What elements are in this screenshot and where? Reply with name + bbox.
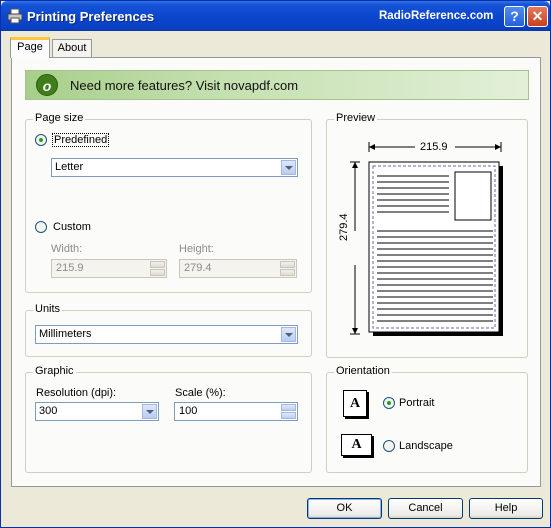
scale-value: 100 [179,405,198,417]
units-dropdown[interactable]: Millimeters [35,325,298,344]
novapdf-logo-icon: o [36,74,58,96]
title-help-button[interactable]: ? [504,6,525,27]
portrait-label[interactable]: Portrait [399,397,434,409]
width-stepper[interactable]: 215.9 [51,259,167,278]
chevron-down-icon[interactable] [142,404,157,419]
banner-text[interactable]: Need more features? Visit novapdf.com [70,78,298,93]
chevron-down-icon[interactable] [281,160,296,175]
custom-radio[interactable] [35,221,47,233]
predefined-label[interactable]: Predefined [52,133,110,147]
custom-label[interactable]: Custom [53,221,91,233]
width-value: 215.9 [56,262,84,274]
preview-height-dimension: 279.4 [338,213,350,241]
window-title: Printing Preferences [27,9,155,24]
spin-down-icon[interactable] [281,412,296,419]
units-group-label: Units [33,303,63,315]
help-button[interactable]: Help [469,498,543,519]
scale-stepper[interactable]: 100 [174,402,298,421]
preview-width-dimension: 215.9 [420,141,448,153]
page-size-group-label: Page size [33,112,86,124]
height-value: 279.4 [184,262,212,274]
title-close-button[interactable]: ✕ [527,6,548,27]
tab-page[interactable]: Page [10,37,50,58]
spin-up-icon[interactable] [281,404,296,411]
resolution-value: 300 [39,405,58,417]
predefined-radio[interactable] [35,134,47,146]
ok-button[interactable]: OK [307,498,382,519]
title-bar[interactable]: Printing Preferences RadioReference.com … [1,1,550,31]
close-icon: ✕ [531,8,544,24]
chevron-down-icon[interactable] [281,327,296,342]
portrait-page-icon: A [343,390,367,417]
page-preview [347,140,503,336]
preview-group-label: Preview [334,112,378,124]
spin-up-icon[interactable] [280,261,295,268]
window-site-label: RadioReference.com [379,10,494,22]
units-value: Millimeters [39,328,92,340]
spin-down-icon[interactable] [150,269,165,276]
promo-banner[interactable]: o Need more features? Visit novapdf.com [25,70,529,100]
height-stepper[interactable]: 279.4 [179,259,297,278]
spin-down-icon[interactable] [280,269,295,276]
landscape-page-icon: A [341,434,372,456]
paper-size-value: Letter [55,161,84,173]
resolution-dropdown[interactable]: 300 [35,402,159,421]
resolution-label: Resolution (dpi): [36,387,117,399]
tab-about[interactable]: About [52,39,92,58]
spin-up-icon[interactable] [150,261,165,268]
height-stepper-buttons [280,261,295,276]
orientation-group: Orientation [326,365,528,473]
paper-size-dropdown[interactable]: Letter [51,158,298,177]
cancel-button[interactable]: Cancel [388,498,463,519]
help-icon: ? [510,8,519,24]
printer-icon [7,8,23,24]
landscape-radio[interactable] [383,440,395,452]
scale-label: Scale (%): [175,387,226,399]
orientation-group-label: Orientation [334,365,392,377]
graphic-group-label: Graphic [33,365,76,377]
width-label: Width: [51,243,83,255]
height-label: Height: [179,243,214,255]
portrait-radio[interactable] [383,397,395,409]
scale-stepper-buttons [281,404,296,419]
printing-preferences-window: Printing Preferences RadioReference.com … [0,0,551,528]
landscape-label[interactable]: Landscape [399,440,453,452]
width-stepper-buttons [150,261,165,276]
